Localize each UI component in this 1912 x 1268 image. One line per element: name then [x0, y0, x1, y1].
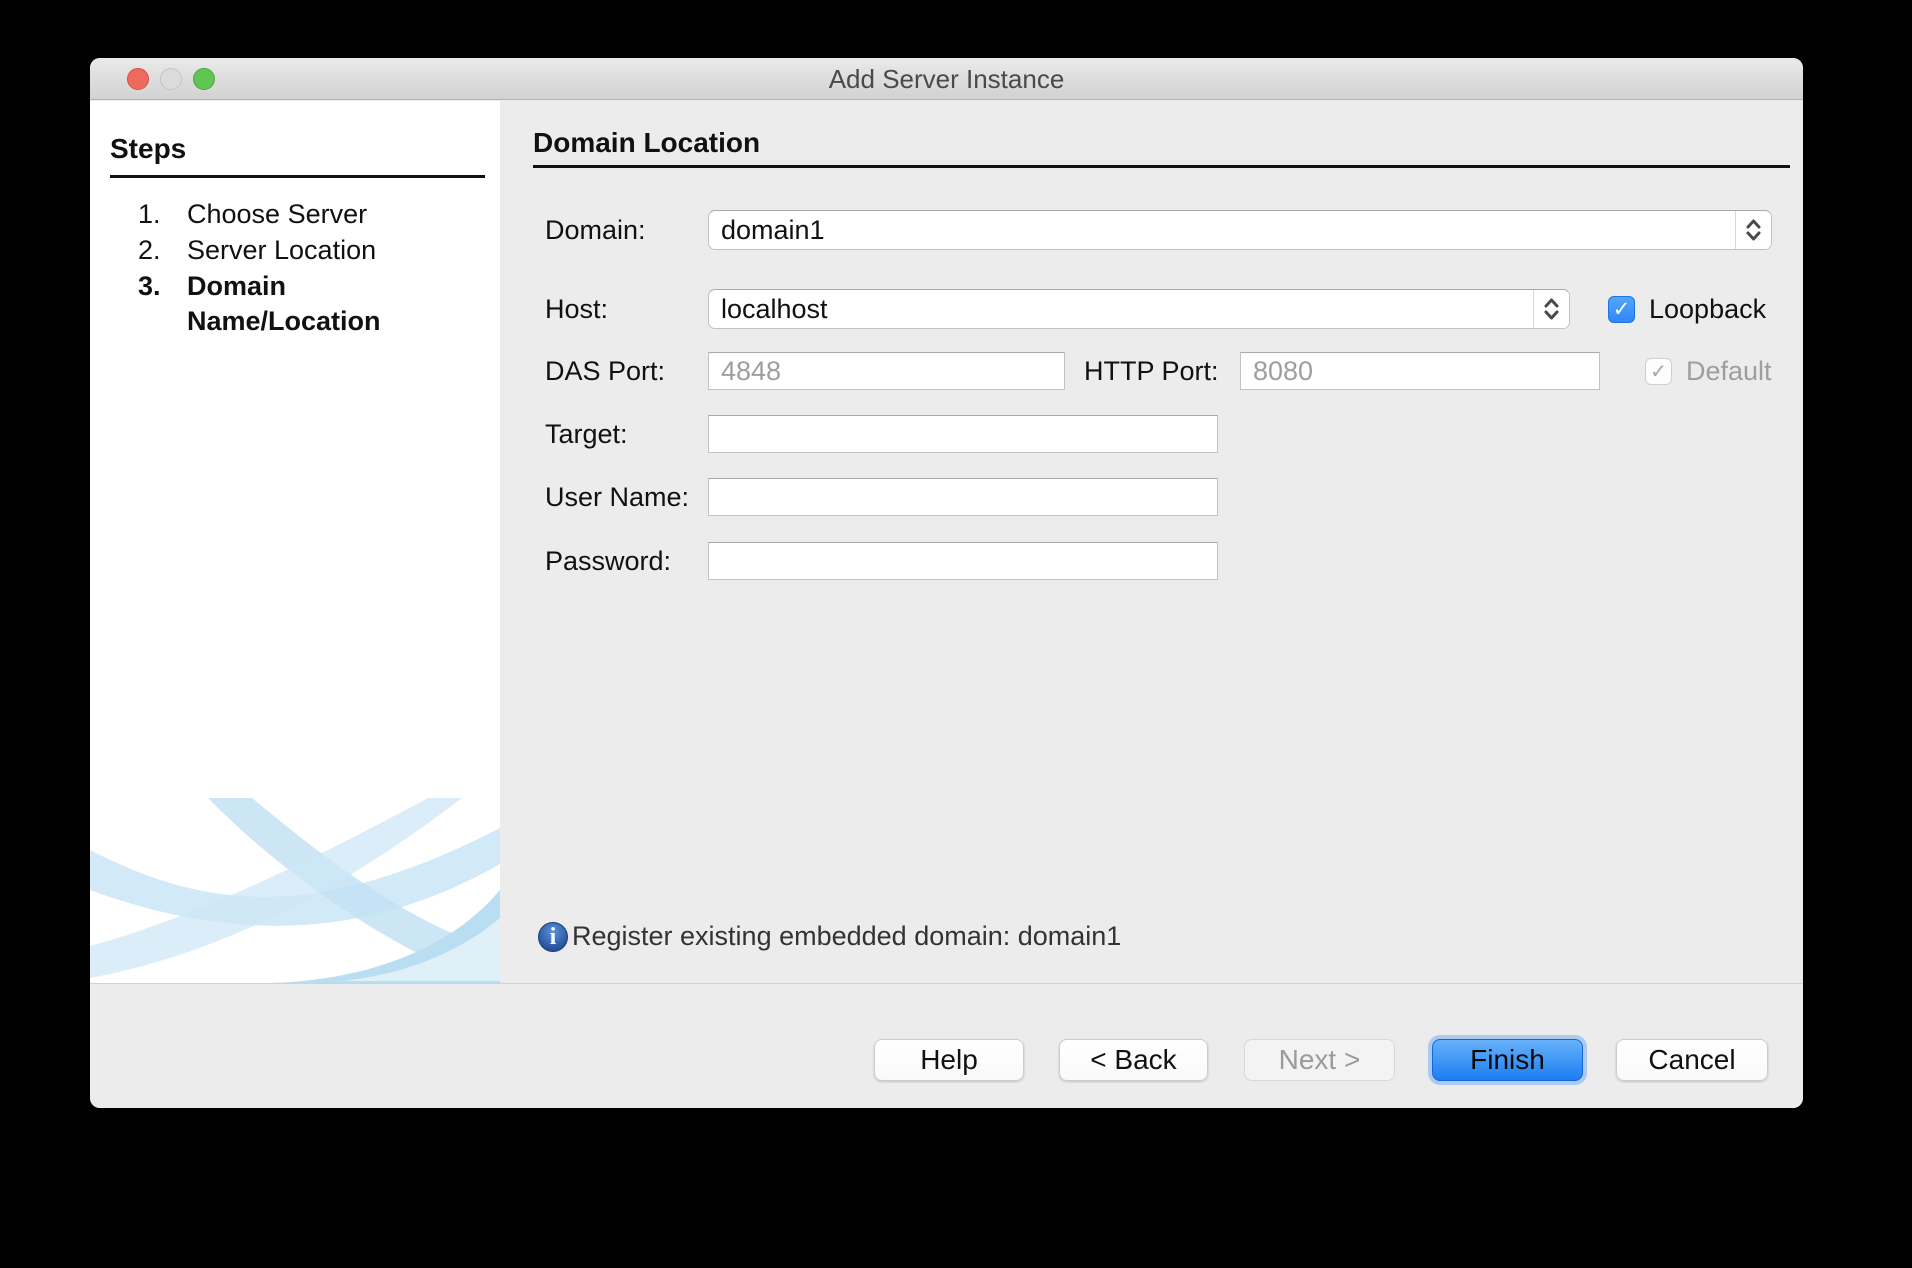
default-checkbox — [1645, 358, 1672, 385]
back-button[interactable]: < Back — [1059, 1039, 1208, 1081]
user-name-label: User Name: — [545, 478, 689, 516]
info-message: Register existing embedded domain: domai… — [538, 921, 1121, 952]
domain-input[interactable] — [709, 211, 1735, 249]
step-number: 3. — [138, 269, 187, 339]
step-number: 1. — [138, 197, 187, 232]
button-bar: Help < Back Next > Finish Cancel — [90, 983, 1803, 1108]
user-name-field[interactable] — [708, 478, 1218, 516]
host-combobox[interactable] — [708, 289, 1570, 329]
host-stepper-icon[interactable] — [1533, 290, 1569, 328]
target-field[interactable] — [708, 415, 1218, 453]
next-button: Next > — [1244, 1039, 1395, 1081]
default-label: Default — [1686, 356, 1772, 387]
password-label: Password: — [545, 542, 671, 580]
step-domain-name-location: 3. Domain Name/Location — [90, 269, 500, 339]
target-label: Target: — [545, 415, 628, 453]
default-checkbox-group: Default — [1645, 352, 1772, 390]
password-field[interactable] — [708, 542, 1218, 580]
steps-heading-rule — [110, 175, 485, 178]
panel-heading-rule — [533, 165, 1790, 168]
host-input[interactable] — [709, 290, 1533, 328]
domain-label: Domain: — [545, 210, 646, 250]
help-button[interactable]: Help — [874, 1039, 1024, 1081]
step-number: 2. — [138, 233, 187, 268]
close-button[interactable] — [127, 68, 149, 90]
steps-list: 1. Choose Server 2. Server Location 3. D… — [90, 197, 500, 340]
title-bar[interactable]: Add Server Instance — [90, 58, 1803, 100]
loopback-checkbox-group[interactable]: Loopback — [1608, 289, 1766, 329]
loopback-checkbox[interactable] — [1608, 296, 1635, 323]
zoom-button[interactable] — [193, 68, 215, 90]
minimize-button[interactable] — [160, 68, 182, 90]
step-label: Choose Server — [187, 197, 427, 232]
window-title: Add Server Instance — [90, 58, 1803, 100]
step-choose-server: 1. Choose Server — [90, 197, 500, 232]
domain-location-panel: Domain Location Domain: Host: — [500, 101, 1803, 983]
http-port-label: HTTP Port: — [1084, 352, 1219, 390]
das-port-field — [708, 352, 1065, 390]
traffic-lights — [127, 58, 215, 100]
host-label: Host: — [545, 289, 608, 329]
step-label: Server Location — [187, 233, 427, 268]
step-server-location: 2. Server Location — [90, 233, 500, 268]
domain-stepper-icon[interactable] — [1735, 211, 1771, 249]
steps-sidebar: Steps 1. Choose Server 2. Server Locatio… — [90, 101, 500, 983]
das-port-label: DAS Port: — [545, 352, 665, 390]
add-server-instance-dialog: Add Server Instance Steps 1. Choose Serv… — [90, 58, 1803, 1108]
steps-heading: Steps — [110, 133, 186, 165]
loopback-label: Loopback — [1649, 294, 1766, 325]
step-label: Domain Name/Location — [187, 269, 427, 339]
domain-combobox[interactable] — [708, 210, 1772, 250]
info-icon — [538, 922, 568, 952]
panel-heading: Domain Location — [533, 127, 760, 159]
info-text: Register existing embedded domain: domai… — [572, 921, 1121, 952]
watermark-graphic — [90, 798, 500, 983]
finish-button[interactable]: Finish — [1432, 1039, 1583, 1081]
cancel-button[interactable]: Cancel — [1616, 1039, 1768, 1081]
http-port-field — [1240, 352, 1600, 390]
